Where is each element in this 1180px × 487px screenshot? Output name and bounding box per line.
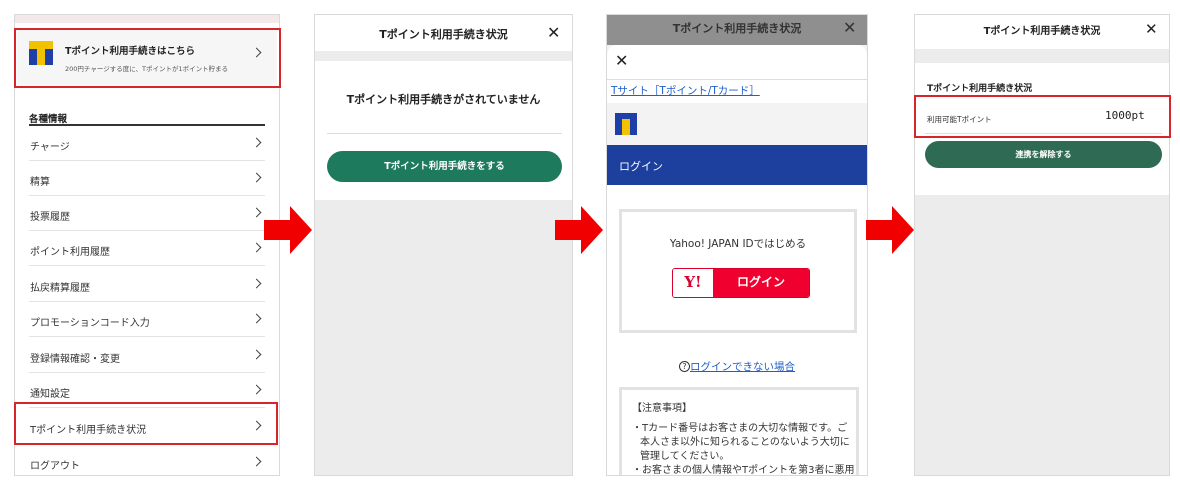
menu-item-label: ポイント利用履歴 — [30, 247, 110, 258]
flow-arrow-icon — [866, 220, 892, 240]
start-tpoint-registration-button[interactable]: Tポイント利用手続きをする — [327, 151, 562, 182]
chevron-right-icon — [251, 137, 262, 148]
flow-arrow-head — [581, 206, 603, 254]
help-link-row[interactable]: ? ログインできない場合 — [607, 359, 867, 374]
chevron-right-icon — [251, 172, 262, 183]
flow-arrow-head — [290, 206, 312, 254]
menu-item-logout[interactable]: ログアウト — [29, 445, 265, 475]
help-circle-icon: ? — [679, 361, 690, 372]
top-strip — [15, 15, 279, 23]
highlight-points-row — [914, 95, 1171, 138]
notice-text-2: ・お客さまの個人情報やTポイントを第3者に悪用 — [632, 465, 854, 476]
tsite-login-screen: Tポイント利用手続き状況 ✕ ✕ Tサイト［Tポイント/Tカード］ ログイン Y… — [606, 14, 868, 476]
menu-item-vote-history[interactable]: 投票履歴 — [29, 196, 265, 231]
highlight-tpoint-card — [14, 28, 281, 88]
flow-arrow-icon — [555, 220, 581, 240]
screen-header: Tポイント利用手続き状況 ✕ — [315, 15, 572, 51]
cannot-login-link[interactable]: ログインできない場合 — [690, 361, 795, 373]
chevron-right-icon — [251, 313, 262, 324]
chevron-right-icon — [251, 384, 262, 395]
divider — [327, 133, 562, 134]
menu-item-point-history[interactable]: ポイント利用履歴 — [29, 231, 265, 266]
menu-item-label: 精算 — [30, 177, 50, 188]
yahoo-prompt: Yahoo! JAPAN IDではじめる — [669, 238, 807, 250]
chevron-right-icon — [251, 349, 262, 360]
close-icon[interactable]: ✕ — [615, 53, 628, 69]
chevron-right-icon — [251, 207, 262, 218]
close-icon[interactable]: ✕ — [1145, 21, 1158, 37]
yahoo-logo-icon: Y! — [673, 269, 713, 297]
header-divider — [915, 49, 1169, 63]
notice-title: 【注意事項】 — [632, 403, 692, 414]
background-header-title: Tポイント利用手続き状況 — [672, 22, 802, 35]
status-message: Tポイント利用手続きがされていません — [346, 93, 541, 106]
chevron-right-icon — [251, 242, 262, 253]
empty-area — [315, 200, 572, 475]
notice-text: ・Tカード番号はお客さまの大切な情報です。ご本人さま以外に知られることのないよう… — [632, 423, 850, 462]
menu-item-label: チャージ — [30, 142, 70, 153]
login-title-bar: ログイン — [607, 145, 867, 185]
menu-item-charge[interactable]: チャージ — [29, 126, 265, 161]
flow-arrow-head — [892, 206, 914, 254]
tsite-link[interactable]: Tサイト［Tポイント/Tカード］ — [611, 83, 760, 98]
chevron-right-icon — [251, 278, 262, 289]
logo-band — [607, 103, 867, 145]
section-heading: 各種情報 — [29, 114, 68, 125]
yahoo-login-box: Yahoo! JAPAN IDではじめる Y! ログイン — [619, 209, 857, 333]
tpoint-status-unregistered-screen: Tポイント利用手続き状況 ✕ Tポイント利用手続きがされていません Tポイント利… — [314, 14, 573, 476]
background-header: Tポイント利用手続き状況 ✕ — [607, 15, 867, 45]
chevron-right-icon — [251, 456, 262, 467]
menu-item-settlement[interactable]: 精算 — [29, 161, 265, 196]
header-divider — [315, 51, 572, 61]
section-title: Tポイント利用手続き状況 — [927, 84, 1033, 94]
sheet-divider — [607, 79, 867, 80]
screen-header: Tポイント利用手続き状況 ✕ — [915, 15, 1169, 49]
unlink-button[interactable]: 連携を解除する — [925, 141, 1162, 168]
menu-item-label: 投票履歴 — [30, 212, 70, 223]
background-close-icon: ✕ — [843, 18, 857, 37]
yahoo-login-button[interactable]: Y! ログイン — [672, 268, 810, 298]
notice-box: 【注意事項】 ・Tカード番号はお客さまの大切な情報です。ご本人さま以外に知られる… — [619, 387, 859, 476]
menu-item-label: プロモーションコード入力 — [30, 318, 150, 329]
close-icon[interactable]: ✕ — [547, 25, 560, 41]
menu-item-refund-history[interactable]: 払戻精算履歴 — [29, 267, 265, 302]
login-bar-label: ログイン — [619, 160, 663, 173]
menu-item-label: 通知設定 — [30, 389, 70, 400]
menu-item-promo-code[interactable]: プロモーションコード入力 — [29, 302, 265, 337]
tpoint-status-registered-screen: Tポイント利用手続き状況 ✕ Tポイント利用手続き状況 利用可能Tポイント 10… — [914, 14, 1170, 476]
highlight-tpoint-status-item — [14, 402, 278, 445]
yahoo-login-label: ログイン — [713, 269, 809, 297]
menu-item-label: 登録情報確認・変更 — [30, 354, 120, 365]
menu-item-account-info[interactable]: 登録情報確認・変更 — [29, 338, 265, 373]
menu-item-label: ログアウト — [30, 461, 80, 472]
menu-item-label: 払戻精算履歴 — [30, 283, 90, 294]
tpoint-logo-icon — [615, 113, 637, 135]
header-title: Tポイント利用手続き状況 — [983, 26, 1101, 37]
flow-arrow-icon — [264, 220, 290, 240]
header-title: Tポイント利用手続き状況 — [379, 28, 508, 41]
